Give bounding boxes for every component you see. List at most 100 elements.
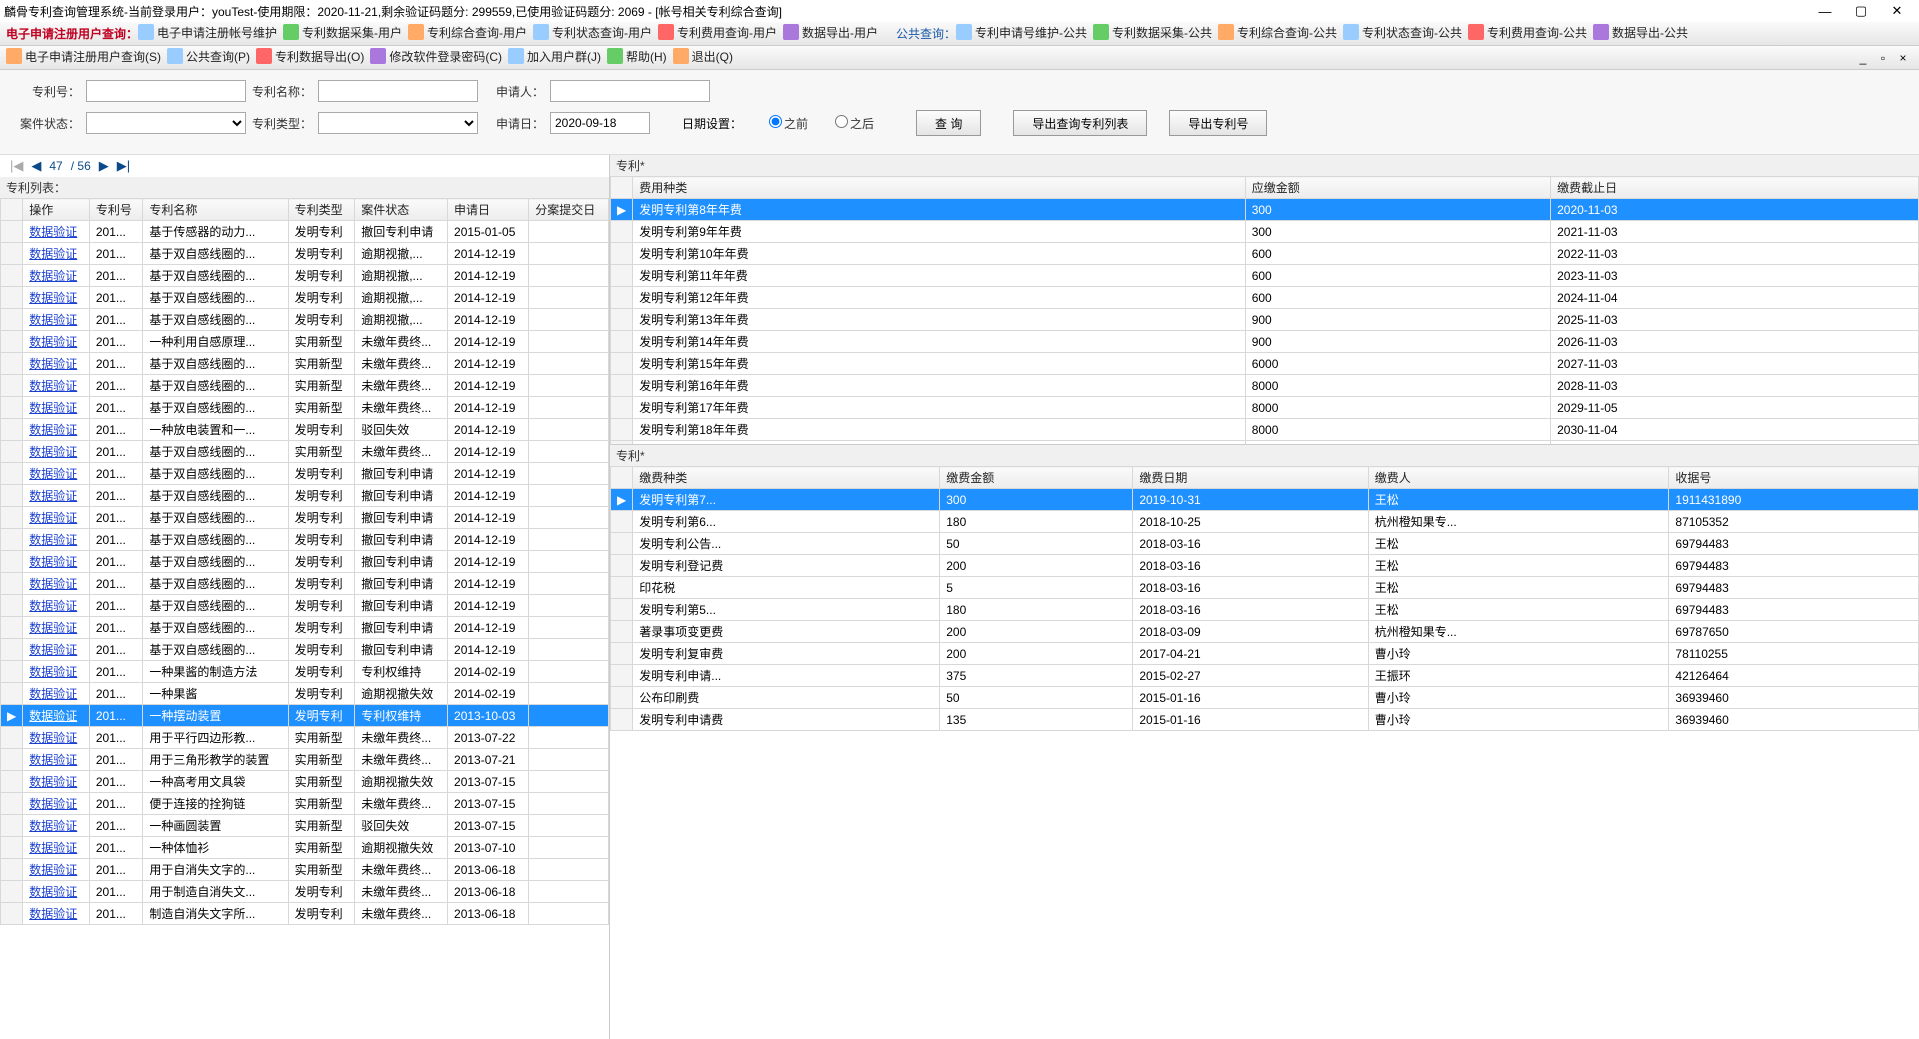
table-row[interactable]: 数据验证 201...一种果酱发明专利逾期视撤失效2014-02-19 xyxy=(1,683,609,705)
table-row[interactable]: 数据验证 201...一种利用自感原理...实用新型未缴年费终...2014-1… xyxy=(1,331,609,353)
menu-item-4[interactable]: 加入用户群(J) xyxy=(508,48,601,65)
toolbar-item-user-0[interactable]: 电子申请注册帐号维护 xyxy=(138,24,277,41)
table-row[interactable]: 数据验证 201...基于双自感线圈的...发明专利撤回专利申请2014-12-… xyxy=(1,529,609,551)
col-header[interactable]: 专利名称 xyxy=(143,199,288,221)
select-case-status[interactable] xyxy=(86,112,246,134)
table-row[interactable]: 发明专利第10年年费6002022-11-03 xyxy=(611,243,1919,265)
col-header[interactable]: 案件状态 xyxy=(355,199,448,221)
menu-item-5[interactable]: 帮助(H) xyxy=(607,48,667,65)
table-row[interactable]: 发明专利公告...502018-03-16王松69794483 xyxy=(611,533,1919,555)
verify-link[interactable]: 数据验证 xyxy=(29,885,77,899)
table-row[interactable]: 数据验证 201...基于双自感线圈的...实用新型未缴年费终...2014-1… xyxy=(1,353,609,375)
verify-link[interactable]: 数据验证 xyxy=(29,775,77,789)
menu-item-3[interactable]: 修改软件登录密码(C) xyxy=(370,48,502,65)
mdi-close-icon[interactable]: × xyxy=(1893,51,1913,65)
input-apply-date[interactable] xyxy=(550,112,650,134)
verify-link[interactable]: 数据验证 xyxy=(29,555,77,569)
table-row[interactable]: 发明专利申请...3752015-02-27王振环42126464 xyxy=(611,665,1919,687)
table-row[interactable]: 数据验证 201...基于双自感线圈的...发明专利逾期视撤,...2014-1… xyxy=(1,287,609,309)
table-row[interactable]: ▶发明专利第7...3002019-10-31王松1911431890 xyxy=(611,489,1919,511)
table-row[interactable]: 数据验证 201...基于双自感线圈的...发明专利撤回专利申请2014-12-… xyxy=(1,617,609,639)
col-header[interactable]: 申请日 xyxy=(448,199,529,221)
menu-item-6[interactable]: 退出(Q) xyxy=(673,48,733,65)
table-row[interactable]: 发明专利第18年年费80002030-11-04 xyxy=(611,419,1919,441)
toolbar-item-public-5[interactable]: 数据导出-公共 xyxy=(1593,24,1688,41)
table-row[interactable]: 数据验证 201...基于双自感线圈的...发明专利撤回专利申请2014-12-… xyxy=(1,573,609,595)
pager-prev[interactable]: ◀ xyxy=(31,158,41,174)
table-row[interactable]: 数据验证 201...基于双自感线圈的...发明专利逾期视撤,...2014-1… xyxy=(1,243,609,265)
menu-item-1[interactable]: 公共查询(P) xyxy=(167,48,250,65)
menu-item-2[interactable]: 专利数据导出(O) xyxy=(256,48,364,65)
table-row[interactable]: 数据验证 201...一种放电装置和一...发明专利驳回失效2014-12-19 xyxy=(1,419,609,441)
table-row[interactable]: 发明专利第19年年费80002031-11-03 xyxy=(611,441,1919,445)
radio-before-label[interactable]: 之前 xyxy=(748,115,808,132)
verify-link[interactable]: 数据验证 xyxy=(29,599,77,613)
toolbar-item-user-3[interactable]: 专利状态查询-用户 xyxy=(533,24,652,41)
col-header[interactable]: 收据号 xyxy=(1669,467,1919,489)
col-header[interactable]: 缴费人 xyxy=(1368,467,1669,489)
table-row[interactable]: 发明专利第13年年费9002025-11-03 xyxy=(611,309,1919,331)
close-icon[interactable]: ✕ xyxy=(1879,3,1915,19)
minimize-icon[interactable]: — xyxy=(1807,4,1843,19)
table-row[interactable]: 发明专利复审费2002017-04-21曹小玲78110255 xyxy=(611,643,1919,665)
maximize-icon[interactable]: ▢ xyxy=(1843,3,1879,19)
verify-link[interactable]: 数据验证 xyxy=(29,423,77,437)
verify-link[interactable]: 数据验证 xyxy=(29,577,77,591)
table-row[interactable]: 发明专利第9年年费3002021-11-03 xyxy=(611,221,1919,243)
verify-link[interactable]: 数据验证 xyxy=(29,533,77,547)
col-header[interactable] xyxy=(611,467,633,489)
col-header[interactable]: 分案提交日 xyxy=(529,199,609,221)
pager-next[interactable]: ▶ xyxy=(99,158,109,174)
table-row[interactable]: ▶发明专利第8年年费3002020-11-03 xyxy=(611,199,1919,221)
verify-link[interactable]: 数据验证 xyxy=(29,489,77,503)
toolbar-item-public-0[interactable]: 专利申请号维护-公共 xyxy=(956,24,1087,41)
verify-link[interactable]: 数据验证 xyxy=(29,335,77,349)
table-row[interactable]: 发明专利第6...1802018-10-25杭州橙知果专...87105352 xyxy=(611,511,1919,533)
input-patent-no[interactable] xyxy=(86,80,246,102)
verify-link[interactable]: 数据验证 xyxy=(29,511,77,525)
verify-link[interactable]: 数据验证 xyxy=(29,731,77,745)
verify-link[interactable]: 数据验证 xyxy=(29,357,77,371)
verify-link[interactable]: 数据验证 xyxy=(29,225,77,239)
patent-list-grid[interactable]: 操作专利号专利名称专利类型案件状态申请日分案提交日 数据验证 201...基于传… xyxy=(0,198,609,1039)
radio-after-label[interactable]: 之后 xyxy=(814,115,874,132)
table-row[interactable]: 数据验证 201...一种果酱的制造方法发明专利专利权维持2014-02-19 xyxy=(1,661,609,683)
toolbar-item-public-4[interactable]: 专利费用查询-公共 xyxy=(1468,24,1587,41)
col-header[interactable] xyxy=(611,177,633,199)
col-header[interactable]: 费用种类 xyxy=(633,177,1245,199)
toolbar-item-public-3[interactable]: 专利状态查询-公共 xyxy=(1343,24,1462,41)
table-row[interactable]: ▶ 数据验证 201...一种摆动装置发明专利专利权维持2013-10-03 xyxy=(1,705,609,727)
table-row[interactable]: 著录事项变更费2002018-03-09杭州橙知果专...69787650 xyxy=(611,621,1919,643)
table-row[interactable]: 发明专利第17年年费80002029-11-05 xyxy=(611,397,1919,419)
verify-link[interactable]: 数据验证 xyxy=(29,753,77,767)
table-row[interactable]: 发明专利第16年年费80002028-11-03 xyxy=(611,375,1919,397)
verify-link[interactable]: 数据验证 xyxy=(29,819,77,833)
table-row[interactable]: 发明专利第15年年费60002027-11-03 xyxy=(611,353,1919,375)
toolbar-item-user-1[interactable]: 专利数据采集-用户 xyxy=(283,24,402,41)
verify-link[interactable]: 数据验证 xyxy=(29,313,77,327)
verify-link[interactable]: 数据验证 xyxy=(29,709,77,723)
table-row[interactable]: 数据验证 201...基于双自感线圈的...发明专利撤回专利申请2014-12-… xyxy=(1,507,609,529)
col-header[interactable]: 专利号 xyxy=(89,199,143,221)
verify-link[interactable]: 数据验证 xyxy=(29,841,77,855)
menu-item-0[interactable]: 电子申请注册用户查询(S) xyxy=(6,48,161,65)
table-row[interactable]: 发明专利申请费1352015-01-16曹小玲36939460 xyxy=(611,709,1919,731)
table-row[interactable]: 发明专利第11年年费6002023-11-03 xyxy=(611,265,1919,287)
verify-link[interactable]: 数据验证 xyxy=(29,797,77,811)
col-header[interactable] xyxy=(1,199,23,221)
toolbar-item-user-4[interactable]: 专利费用查询-用户 xyxy=(658,24,777,41)
toolbar-item-public-1[interactable]: 专利数据采集-公共 xyxy=(1093,24,1212,41)
table-row[interactable]: 数据验证 201...基于双自感线圈的...实用新型未缴年费终...2014-1… xyxy=(1,397,609,419)
verify-link[interactable]: 数据验证 xyxy=(29,269,77,283)
pager-first[interactable]: |◀ xyxy=(10,158,23,174)
table-row[interactable]: 发明专利第5...1802018-03-16王松69794483 xyxy=(611,599,1919,621)
table-row[interactable]: 印花税52018-03-16王松69794483 xyxy=(611,577,1919,599)
verify-link[interactable]: 数据验证 xyxy=(29,401,77,415)
verify-link[interactable]: 数据验证 xyxy=(29,621,77,635)
table-row[interactable]: 数据验证 201...基于传感器的动力...发明专利撤回专利申请2015-01-… xyxy=(1,221,609,243)
verify-link[interactable]: 数据验证 xyxy=(29,291,77,305)
table-row[interactable]: 数据验证 201...用于制造自消失文...发明专利未缴年费终...2013-0… xyxy=(1,881,609,903)
verify-link[interactable]: 数据验证 xyxy=(29,863,77,877)
table-row[interactable]: 数据验证 201...基于双自感线圈的...实用新型未缴年费终...2014-1… xyxy=(1,441,609,463)
toolbar-item-user-2[interactable]: 专利综合查询-用户 xyxy=(408,24,527,41)
